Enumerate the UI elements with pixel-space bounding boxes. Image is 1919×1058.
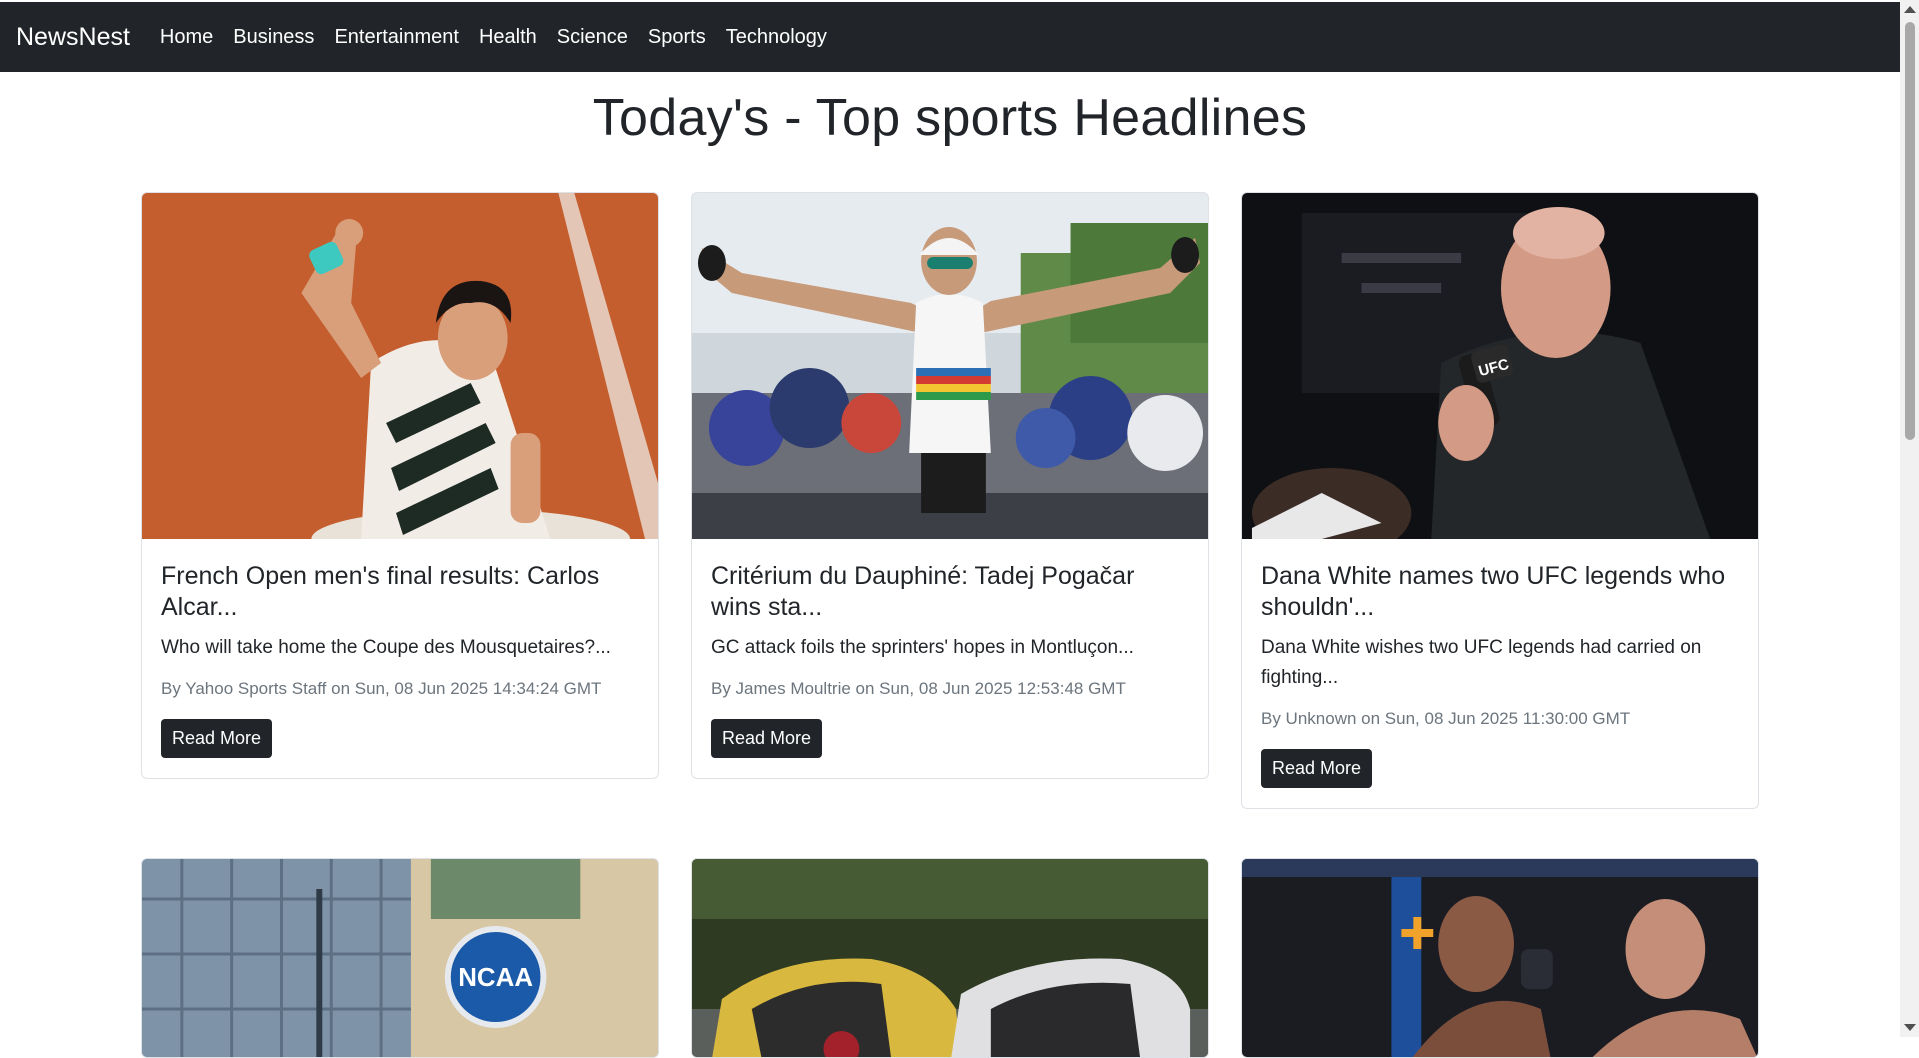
news-card-image: UFC: [1242, 193, 1758, 539]
news-card-image: NCAA: [142, 859, 658, 1057]
nav-link-sports[interactable]: Sports: [648, 26, 706, 49]
news-card-image: [142, 193, 658, 539]
news-card-description: GC attack foils the sprinters' hopes in …: [711, 637, 1134, 658]
scroll-up-arrow-icon[interactable]: [1904, 6, 1916, 13]
scroll-down-arrow-icon[interactable]: [1904, 1024, 1916, 1031]
news-card-byline: By Unknown on Sun, 08 Jun 2025 11:30:00 …: [1261, 709, 1631, 728]
news-card-body: Critérium du Dauphiné: Tadej Pogačar win…: [692, 539, 1208, 778]
brand-logo[interactable]: NewsNest: [16, 23, 130, 52]
news-card: [691, 858, 1209, 1058]
read-more-button[interactable]: Read More: [711, 719, 823, 758]
news-card: French Open men's final results: Carlos …: [141, 192, 659, 779]
scroll-thumb[interactable]: [1905, 22, 1915, 440]
ncaa-logo: NCAA: [458, 964, 533, 992]
news-card: UFC Dana White names two UFC legends who…: [1241, 192, 1759, 809]
nav-link-technology[interactable]: Technology: [726, 26, 827, 49]
nav-link-science[interactable]: Science: [557, 26, 628, 49]
news-card-description: Dana White wishes two UFC legends had ca…: [1261, 637, 1702, 688]
news-card: [1241, 858, 1759, 1058]
news-card-description: Who will take home the Coupe des Mousque…: [161, 637, 611, 658]
read-more-button[interactable]: Read More: [161, 719, 273, 758]
news-card-body: French Open men's final results: Carlos …: [142, 539, 658, 778]
page-title: Today's - Top sports Headlines: [592, 89, 1308, 147]
news-card-image: [692, 859, 1208, 1057]
news-card: Critérium du Dauphiné: Tadej Pogačar win…: [691, 192, 1209, 779]
news-card-title: Critérium du Dauphiné: Tadej Pogačar win…: [711, 562, 1135, 621]
nav-link-health[interactable]: Health: [479, 26, 537, 49]
news-card-body: Dana White names two UFC legends who sho…: [1242, 539, 1758, 808]
news-card: NCAA: [141, 858, 659, 1058]
read-more-button[interactable]: Read More: [1261, 749, 1373, 788]
news-card-image: [1242, 859, 1758, 1057]
top-navbar: NewsNest Home Business Entertainment Hea…: [0, 2, 1900, 72]
nav-link-business[interactable]: Business: [233, 26, 314, 49]
news-card-byline: By James Moultrie on Sun, 08 Jun 2025 12…: [711, 679, 1126, 698]
news-card-byline: By Yahoo Sports Staff on Sun, 08 Jun 202…: [161, 679, 602, 698]
news-card-title: French Open men's final results: Carlos …: [161, 562, 600, 621]
nav-link-entertainment[interactable]: Entertainment: [334, 26, 459, 49]
news-card-title: Dana White names two UFC legends who sho…: [1261, 562, 1726, 621]
nav-link-home[interactable]: Home: [160, 26, 213, 49]
news-card-image: [692, 193, 1208, 539]
vertical-scrollbar[interactable]: [1900, 0, 1919, 1037]
